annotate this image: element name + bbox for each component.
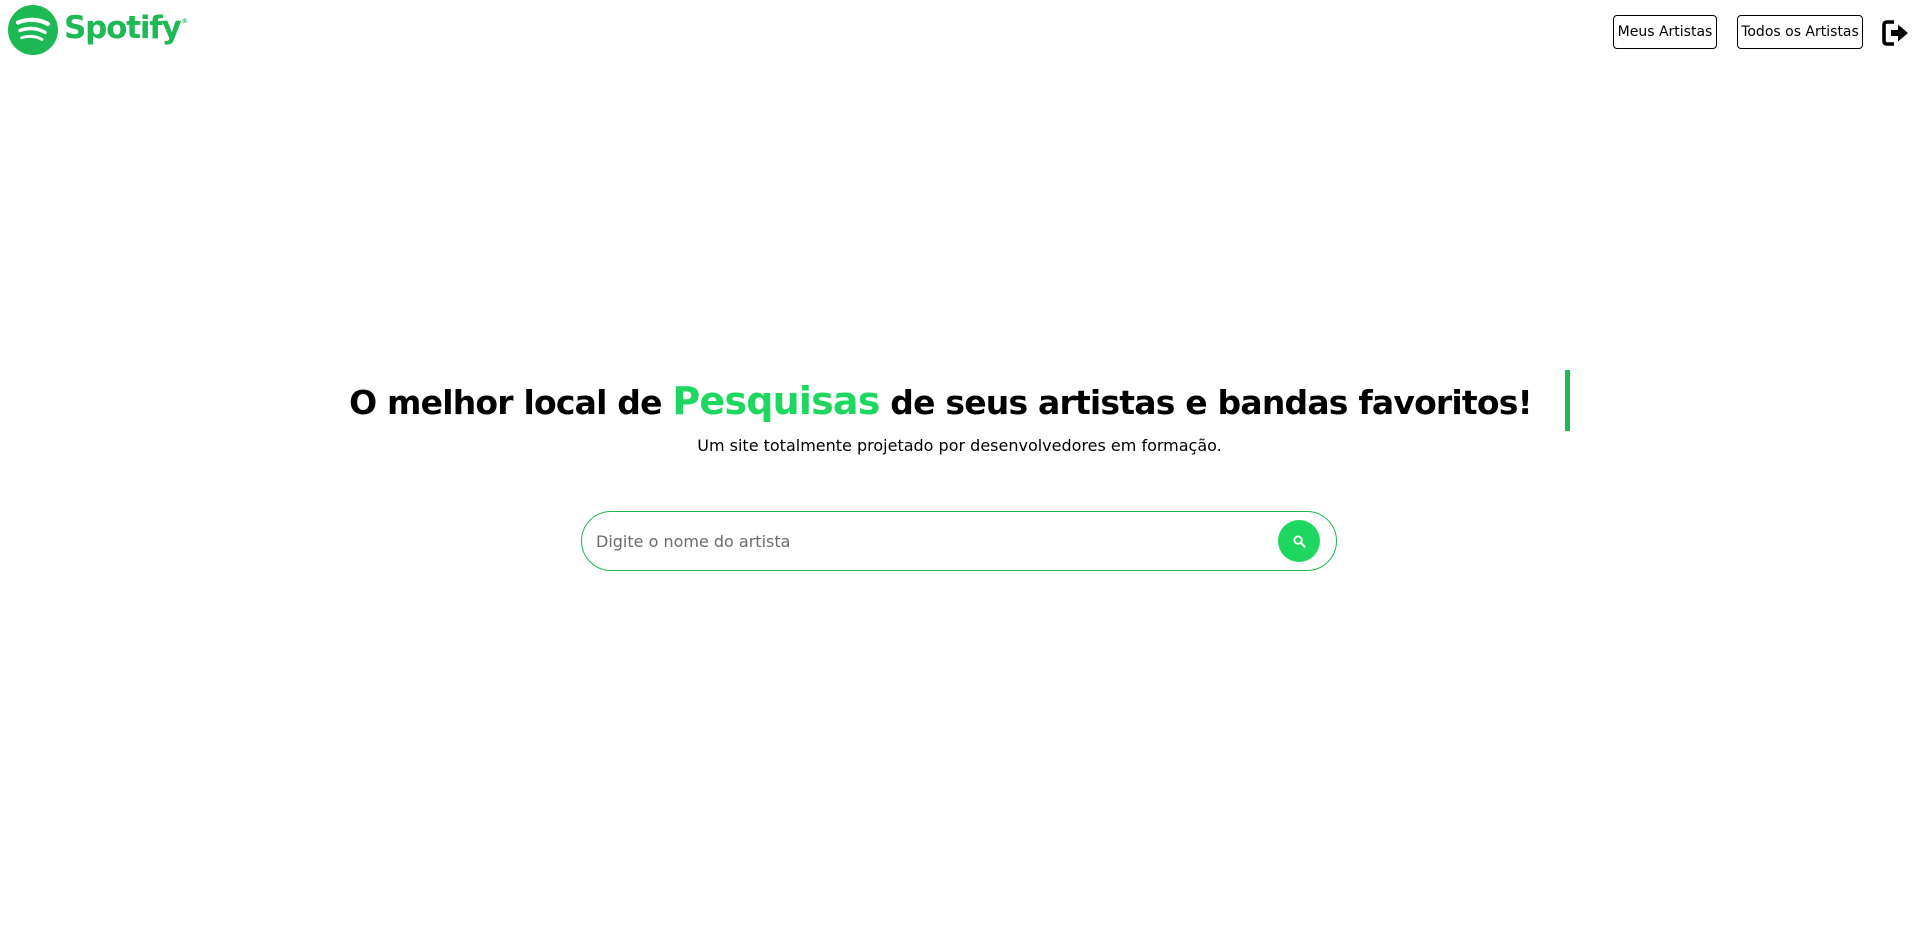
page-title: O melhor local de Pesquisas de seus arti… xyxy=(349,370,1570,432)
typing-cursor xyxy=(1564,370,1570,431)
spotify-icon xyxy=(8,5,58,55)
registered-mark: ® xyxy=(181,17,188,25)
search-button[interactable] xyxy=(1278,520,1320,562)
artist-search-bar xyxy=(581,511,1337,571)
todos-artistas-button[interactable]: Todos os Artistas xyxy=(1737,15,1863,49)
meus-artistas-button[interactable]: Meus Artistas xyxy=(1613,15,1717,49)
hero-section: O melhor local de Pesquisas de seus arti… xyxy=(0,370,1919,455)
page-subtitle: Um site totalmente projetado por desenvo… xyxy=(697,436,1222,455)
search-icon xyxy=(1292,534,1306,548)
title-accent: Pesquisas xyxy=(672,379,880,423)
spotify-logo[interactable]: Spotify® xyxy=(8,4,188,56)
artist-search-input[interactable] xyxy=(596,522,1256,560)
brand-name: Spotify® xyxy=(64,10,188,46)
top-navbar: Spotify® Meus Artistas Todos os Artistas xyxy=(0,0,1919,64)
sign-out-icon[interactable] xyxy=(1882,19,1910,47)
